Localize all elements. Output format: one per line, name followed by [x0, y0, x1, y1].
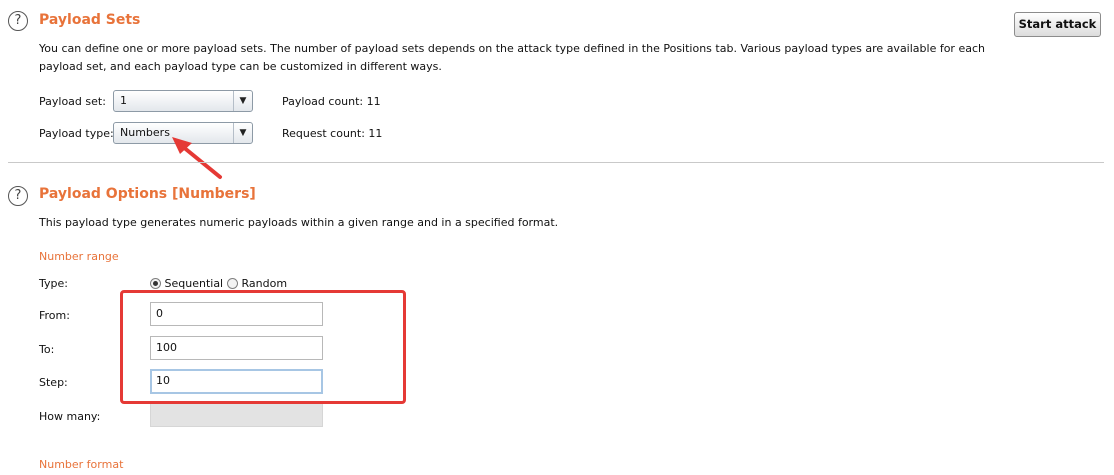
payload-type-label: Payload type:	[39, 127, 114, 140]
chevron-down-icon: ▼	[233, 91, 252, 111]
step-label: Step:	[39, 376, 68, 389]
payload-sets-title: Payload Sets	[39, 12, 141, 28]
number-range-title: Number range	[39, 250, 119, 263]
from-label: From:	[39, 309, 70, 322]
payload-set-select[interactable]: 1 ▼	[113, 90, 253, 112]
how-many-input	[150, 403, 323, 427]
to-label: To:	[39, 343, 55, 356]
radio-unchecked-icon	[227, 278, 238, 289]
sequential-radio[interactable]: Sequential	[150, 277, 223, 290]
start-attack-button[interactable]: Start attack	[1014, 12, 1101, 37]
number-format-title: Number format	[39, 458, 124, 471]
help-icon[interactable]: ?	[8, 11, 28, 31]
payload-options-title: Payload Options [Numbers]	[39, 186, 256, 202]
request-count: Request count: 11	[282, 127, 383, 140]
sequential-label: Sequential	[164, 277, 224, 290]
payload-set-value: 1	[120, 94, 127, 107]
payload-set-label: Payload set:	[39, 95, 106, 108]
annotation-arrow-icon	[172, 137, 222, 179]
section-divider	[8, 162, 1104, 163]
type-label: Type:	[39, 277, 68, 290]
chevron-down-icon: ▼	[233, 123, 252, 143]
payload-type-value: Numbers	[120, 126, 170, 139]
payload-options-description: This payload type generates numeric payl…	[39, 216, 559, 229]
radio-checked-icon	[150, 278, 161, 289]
payload-count: Payload count: 11	[282, 95, 381, 108]
help-icon[interactable]: ?	[8, 186, 28, 206]
random-radio[interactable]: Random	[227, 277, 287, 290]
payload-sets-description: You can define one or more payload sets.…	[39, 42, 985, 73]
random-label: Random	[241, 277, 288, 290]
how-many-label: How many:	[39, 410, 101, 423]
annotation-highlight-box	[120, 290, 406, 404]
